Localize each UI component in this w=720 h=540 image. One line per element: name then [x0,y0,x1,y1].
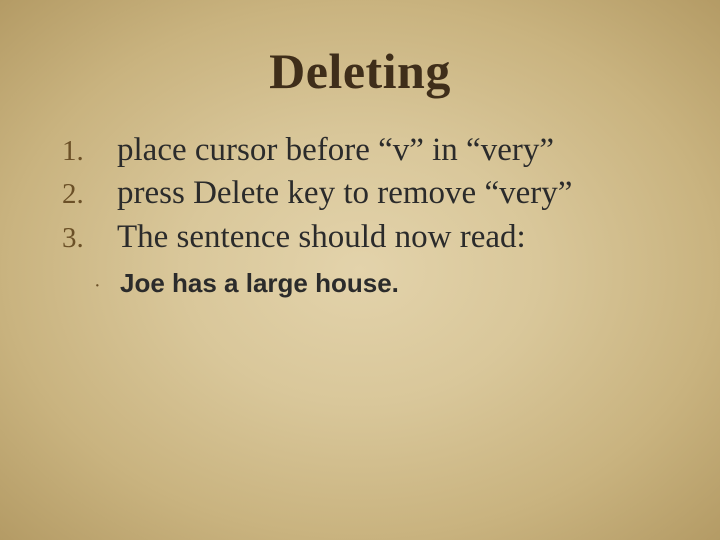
list-item: 1. place cursor before “v” in “very” [62,130,672,171]
result-bullet: · Joe has a large house. [94,268,672,299]
instruction-list: 1. place cursor before “v” in “very” 2. … [62,130,672,299]
list-item: 2. press Delete key to remove “very” [62,173,672,214]
list-item: 3. The sentence should now read: [62,217,672,258]
bullet-dot-icon: · [94,274,120,298]
list-text-3: The sentence should now read: [117,217,526,258]
list-number-1: 1. [62,135,117,168]
result-sentence: Joe has a large house. [120,268,399,299]
list-number-2: 2. [62,178,117,211]
list-text-2: press Delete key to remove “very” [117,173,572,214]
slide-title: Deleting [0,42,720,100]
list-text-1: place cursor before “v” in “very” [117,130,554,171]
list-number-3: 3. [62,222,117,255]
